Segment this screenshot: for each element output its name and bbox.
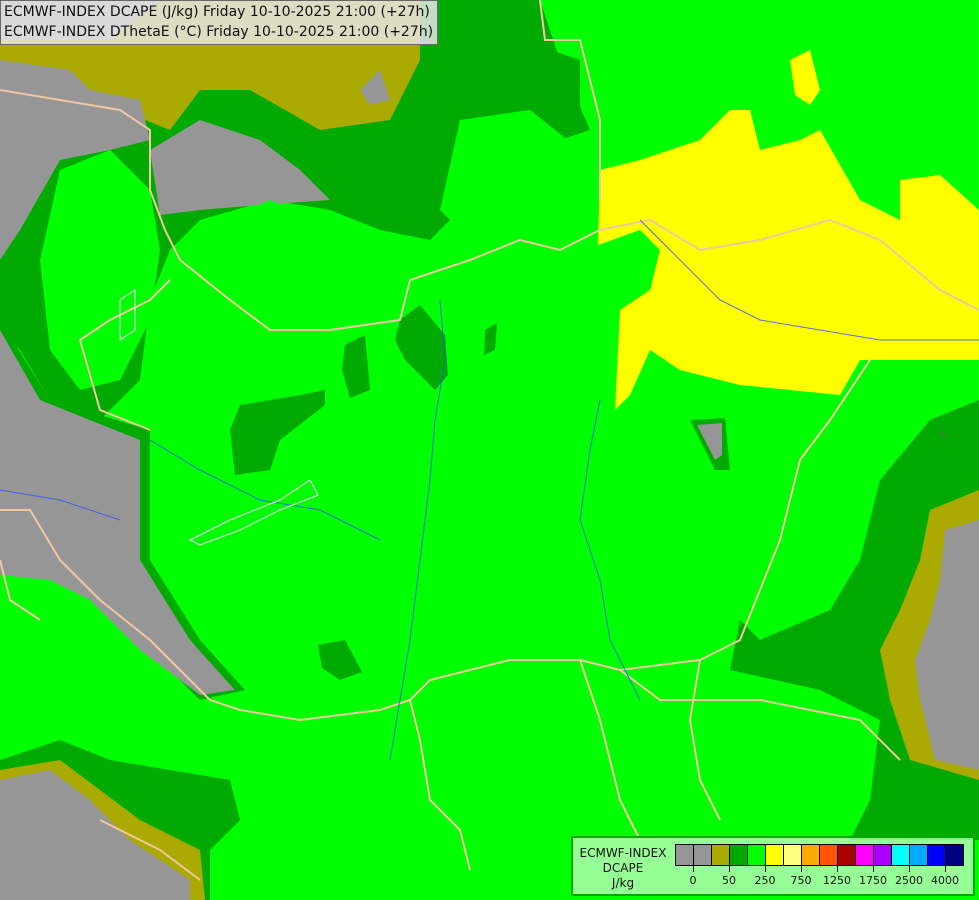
legend-tick — [873, 866, 874, 872]
title-line-dcape: ECMWF-INDEX DCAPE (J/kg) Friday 10-10-20… — [4, 4, 430, 20]
map-title: ECMWF-INDEX DCAPE (J/kg) Friday 10-10-20… — [0, 0, 439, 45]
legend-tick — [693, 866, 694, 872]
legend-unit: J/kg — [611, 876, 635, 890]
legend-title-model: ECMWF-INDEX — [579, 846, 667, 860]
legend-swatch — [694, 845, 712, 865]
legend-swatch — [874, 845, 892, 865]
legend-swatch — [712, 845, 730, 865]
contour-label: 5 — [940, 430, 946, 441]
legend-swatch — [856, 845, 874, 865]
legend-swatch — [928, 845, 946, 865]
title-line-dthetae: ECMWF-INDEX DThetaE (°C) Friday 10-10-20… — [4, 24, 434, 40]
legend-swatch — [784, 845, 802, 865]
legend-tick — [909, 866, 910, 872]
legend-tick — [945, 866, 946, 872]
legend-tick — [801, 866, 802, 872]
legend-color-bar — [675, 844, 964, 866]
legend-tick-label: 250 — [754, 874, 776, 887]
legend-swatch — [676, 845, 694, 865]
legend-tick-label: 4000 — [931, 874, 959, 887]
legend-tick-label: 1250 — [823, 874, 851, 887]
dcape-map: 5 — [0, 0, 979, 900]
legend-swatch — [730, 845, 748, 865]
legend-tick-label: 2500 — [895, 874, 923, 887]
legend-tick — [729, 866, 730, 872]
legend-swatch — [820, 845, 838, 865]
legend-swatch — [838, 845, 856, 865]
legend-tick — [837, 866, 838, 872]
legend-tick-label: 50 — [722, 874, 736, 887]
legend-swatch — [892, 845, 910, 865]
color-legend: ECMWF-INDEX DCAPE J/kg 0 50 250 750 1250 1750… — [571, 836, 975, 896]
legend-tick-label: 750 — [790, 874, 812, 887]
legend-tick — [765, 866, 766, 872]
legend-tick-label: 1750 — [859, 874, 887, 887]
legend-tick-label: 0 — [689, 874, 697, 887]
legend-swatch — [910, 845, 928, 865]
legend-title-param: DCAPE — [602, 861, 644, 875]
legend-ticks: 0 50 250 750 1250 1750 2500 4000 — [675, 866, 975, 896]
legend-swatch — [748, 845, 766, 865]
legend-swatch — [802, 845, 820, 865]
legend-title: ECMWF-INDEX DCAPE J/kg — [577, 846, 669, 891]
legend-swatch — [766, 845, 784, 865]
legend-swatch — [946, 845, 963, 865]
